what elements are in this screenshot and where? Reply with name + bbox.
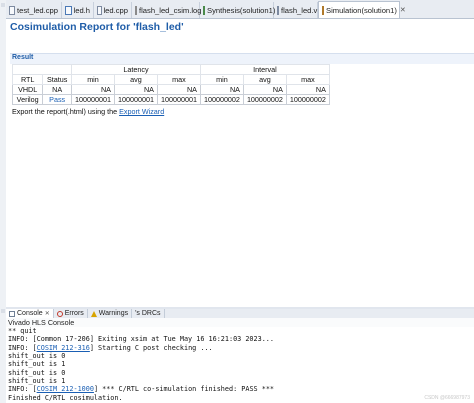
column-header: RTL	[11, 74, 44, 85]
table-row: Verilog Pass 100000001 100000001 1000000…	[11, 94, 330, 105]
table-cell: 100000002	[285, 94, 330, 105]
console-line: shift_out is 1	[8, 377, 66, 386]
table-cell: NA	[242, 84, 287, 95]
table-cell: 100000001	[113, 94, 158, 105]
cosim-report-panel: Cosimulation Report for 'flash_led' Resu…	[6, 19, 474, 307]
console-line: INFO: [COSIM 212-316] Starting C post ch…	[8, 343, 213, 352]
console-line: Finished C/RTL cosimulation.	[8, 393, 123, 402]
console-line: shift_out is 0	[8, 352, 66, 361]
tab-label: Synthesis(solution1)	[207, 5, 276, 15]
tab-simulation-solution1[interactable]: Simulation(solution1) ✕	[318, 1, 406, 18]
tab-warnings[interactable]: Warnings	[88, 309, 133, 318]
tab-flash-led-csim-log[interactable]: flash_led_csim.log	[132, 2, 202, 18]
latency-header: Latency	[71, 64, 201, 75]
table-cell: 100000002	[242, 94, 287, 105]
tab-label: flash_led_csim.log	[139, 5, 202, 15]
console-line: INFO: [Common 17-206] Exiting xsim at Tu…	[8, 335, 274, 344]
minimize-marker-icon[interactable]	[1, 3, 5, 7]
synthesis-report-icon	[203, 5, 205, 15]
export-instructions: Export the report(.html) using the Expor…	[12, 107, 164, 116]
close-tab-icon[interactable]: ✕	[400, 6, 406, 14]
table-cell: Verilog	[11, 94, 44, 105]
simulation-report-icon	[322, 5, 324, 15]
table-cell: VHDL	[11, 84, 44, 95]
tab-drcs[interactable]: 's DRCs	[132, 309, 165, 318]
table-header-spacer	[12, 64, 72, 75]
tab-label: Simulation(solution1)	[326, 5, 397, 15]
tab-label: Errors	[64, 310, 84, 317]
tab-label: test_led.cpp	[17, 5, 58, 15]
console-line: shift_out is 1	[8, 360, 66, 369]
column-header: min	[71, 74, 115, 85]
cpp-file-icon	[97, 5, 102, 15]
warnings-icon	[90, 310, 97, 317]
column-header: avg	[242, 74, 287, 85]
column-header: avg	[113, 74, 158, 85]
editor-tab-bar: test_led.cpp led.h led.cpp flash_led_csi…	[6, 0, 474, 19]
table-cell: 100000001	[71, 94, 115, 105]
tab-test-led-cpp[interactable]: test_led.cpp	[6, 2, 62, 18]
column-header: Status	[42, 74, 72, 85]
console-line: INFO: [COSIM 212-1000] *** C/RTL co-simu…	[8, 385, 275, 394]
result-section-label: Result	[12, 54, 34, 61]
tab-flash-led-v[interactable]: flash_led.v	[274, 2, 318, 18]
console-output[interactable]: ** quit INFO: [Common 17-206] Exiting xs…	[6, 327, 474, 403]
table-cell: NA	[199, 84, 244, 95]
cpp-file-icon	[9, 5, 16, 15]
tab-label: 's DRCs	[135, 310, 161, 317]
tab-led-cpp[interactable]: led.cpp	[94, 2, 132, 18]
errors-icon	[56, 310, 63, 317]
message-id-link[interactable]: COSIM 212-316	[37, 344, 90, 352]
table-row: VHDL NA NA NA NA NA NA NA	[11, 84, 330, 95]
close-tab-icon[interactable]: ✕	[45, 310, 50, 317]
table-cell: NA	[71, 84, 115, 95]
column-header: max	[285, 74, 330, 85]
message-id-link[interactable]: COSIM 212-1000	[37, 385, 94, 393]
table-column-header-row: RTL Status min avg max min avg max	[11, 74, 330, 85]
export-wizard-link[interactable]: Export Wizard	[119, 107, 164, 116]
results-table: Latency Interval RTL Status min avg max …	[11, 64, 330, 105]
table-cell: 100000001	[156, 94, 201, 105]
tab-label: led.h	[73, 5, 90, 15]
verilog-file-icon	[277, 5, 279, 15]
report-title: Cosimulation Report for 'flash_led'	[10, 21, 184, 33]
table-cell: NA	[42, 84, 72, 95]
tab-label: Console	[17, 310, 43, 317]
tab-errors[interactable]: Errors	[54, 309, 88, 318]
tab-synthesis-solution1[interactable]: Synthesis(solution1)	[200, 2, 276, 18]
result-section-header: Result	[10, 53, 474, 64]
column-header: min	[199, 74, 244, 85]
tab-label: flash_led.v	[281, 5, 318, 15]
status-pass-cell: Pass	[42, 94, 72, 105]
table-cell: NA	[285, 84, 330, 95]
tab-led-h[interactable]: led.h	[62, 2, 94, 18]
console-line: shift_out is 0	[8, 368, 66, 377]
tab-label: led.cpp	[103, 5, 129, 15]
interval-header: Interval	[199, 64, 330, 75]
table-cell: NA	[156, 84, 201, 95]
export-text: Export the report(.html) using the	[12, 107, 120, 116]
table-cell: 100000002	[199, 94, 244, 105]
log-file-icon	[135, 5, 137, 15]
tab-label: Warnings	[98, 310, 129, 317]
table-group-header-row: Latency Interval	[12, 64, 330, 75]
watermark: CSDN @666987973	[424, 395, 470, 401]
header-file-icon	[65, 5, 72, 15]
table-cell: NA	[113, 84, 158, 95]
minimize-marker-icon[interactable]	[1, 309, 5, 313]
tab-console[interactable]: Console ✕	[6, 309, 54, 318]
console-icon	[9, 310, 15, 317]
console-line: ** quit	[8, 327, 37, 335]
column-header: max	[156, 74, 201, 85]
